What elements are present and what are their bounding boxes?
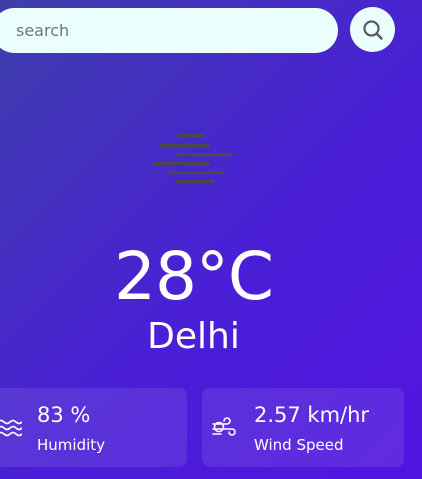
search-input[interactable] bbox=[14, 20, 338, 41]
city-name: Delhi bbox=[147, 316, 240, 357]
temperature: 28°C bbox=[113, 238, 274, 315]
humidity-waves-icon bbox=[0, 419, 22, 437]
humidity-label: Humidity bbox=[37, 436, 106, 454]
mist-icon bbox=[154, 134, 234, 184]
search-bar bbox=[0, 8, 338, 53]
humidity-value: 83 % bbox=[37, 403, 91, 427]
search-icon bbox=[362, 19, 383, 40]
humidity-card: 83 % Humidity bbox=[0, 388, 187, 467]
wind-value: 2.57 km/hr bbox=[254, 403, 370, 427]
wind-label: Wind Speed bbox=[254, 436, 344, 454]
wind-card: 2.57 km/hr Wind Speed bbox=[202, 388, 404, 467]
wind-icon bbox=[212, 417, 236, 436]
search-button[interactable] bbox=[350, 7, 395, 52]
